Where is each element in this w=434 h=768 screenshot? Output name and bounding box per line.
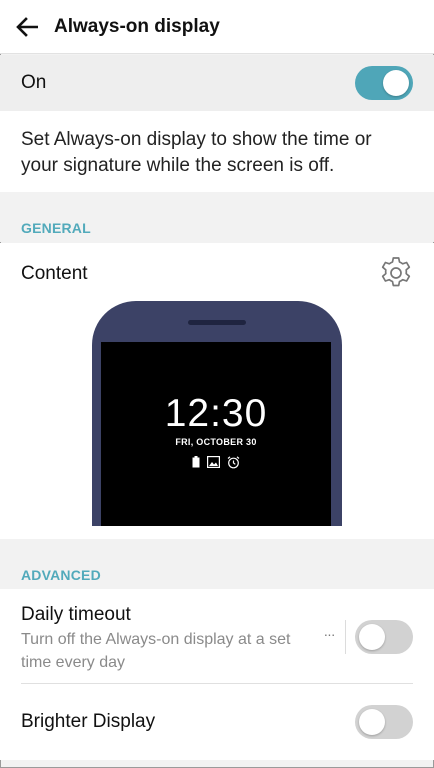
phone-speaker bbox=[188, 320, 246, 325]
toggle-knob bbox=[359, 624, 385, 650]
section-header-advanced-label: ADVANCED bbox=[21, 567, 101, 583]
daily-timeout-subtitle: Turn off the Always-on display at a set … bbox=[21, 631, 291, 671]
battery-icon bbox=[192, 456, 200, 468]
page-title: Always-on display bbox=[54, 15, 220, 37]
phone-preview: 12:30 FRI, OCTOBER 30 bbox=[92, 301, 342, 526]
daily-timeout-toggle[interactable] bbox=[355, 620, 413, 654]
daily-timeout-title: Daily timeout bbox=[21, 604, 131, 625]
section-header-advanced: ADVANCED bbox=[0, 539, 434, 589]
gear-icon[interactable] bbox=[378, 255, 414, 291]
alarm-icon bbox=[227, 456, 240, 469]
more-options-icon[interactable]: ··· bbox=[320, 626, 338, 646]
master-toggle[interactable] bbox=[355, 66, 413, 100]
app-bar: Always-on display bbox=[0, 0, 434, 54]
vertical-divider bbox=[345, 620, 346, 654]
brighter-display-title: Brighter Display bbox=[21, 711, 156, 732]
phone-screen: 12:30 FRI, OCTOBER 30 bbox=[101, 342, 331, 526]
preview-date: FRI, OCTOBER 30 bbox=[175, 437, 257, 447]
master-switch-label: On bbox=[21, 72, 47, 93]
section-header-general: GENERAL bbox=[0, 192, 434, 242]
section-header-general-label: GENERAL bbox=[21, 220, 91, 236]
back-button[interactable] bbox=[0, 0, 54, 54]
image-icon bbox=[207, 456, 220, 468]
toggle-knob bbox=[383, 70, 409, 96]
preview-time: 12:30 bbox=[164, 392, 268, 435]
preview-status-icons bbox=[101, 456, 331, 469]
feature-description: Set Always-on display to show the time o… bbox=[0, 111, 434, 192]
arrow-left-icon bbox=[16, 16, 38, 37]
master-switch-row[interactable]: On bbox=[0, 55, 434, 111]
brighter-display-toggle[interactable] bbox=[355, 705, 413, 739]
toggle-knob bbox=[359, 709, 385, 735]
content-label: Content bbox=[21, 263, 88, 284]
